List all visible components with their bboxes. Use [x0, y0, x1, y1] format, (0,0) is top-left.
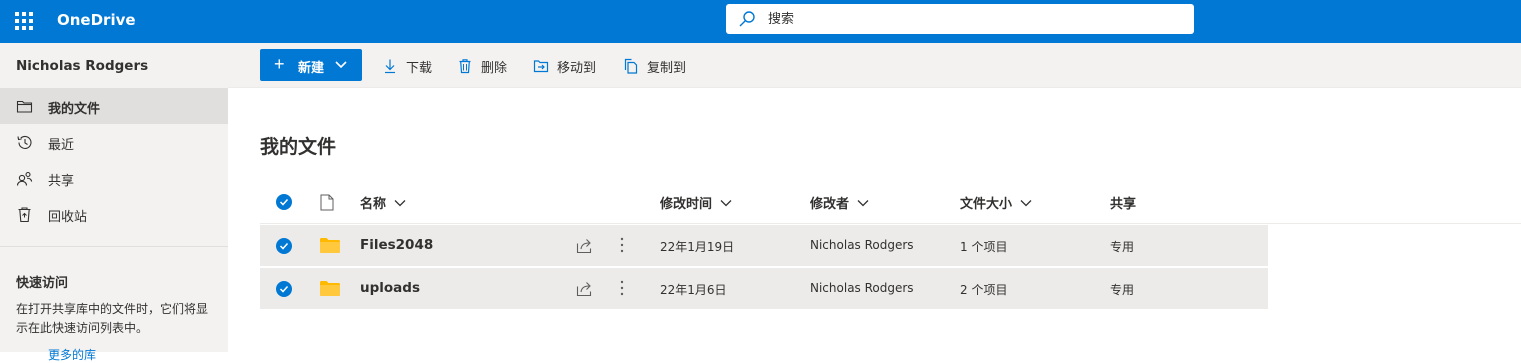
- checkmark-icon: [279, 285, 289, 293]
- download-button[interactable]: 下载: [382, 55, 432, 77]
- sidebar-item-label: 共享: [48, 174, 75, 189]
- file-size: 2 个项目: [960, 283, 1008, 297]
- checkmark-icon: [279, 198, 289, 206]
- chevron-down-icon: [720, 199, 732, 206]
- share-icon[interactable]: [576, 237, 594, 254]
- file-size: 1 个项目: [960, 240, 1008, 254]
- sidebar: Nicholas Rodgers 我的文件 最近 共享 回收站 快速访问 在打开…: [0, 43, 228, 362]
- sidebar-item-shared[interactable]: 共享: [0, 160, 228, 196]
- share-icon[interactable]: [576, 280, 594, 297]
- checkmark-icon: [279, 242, 289, 250]
- sidebar-item-label: 回收站: [48, 210, 88, 225]
- delete-label: 删除: [481, 60, 508, 76]
- plus-icon: +: [274, 54, 285, 74]
- delete-button[interactable]: 删除: [457, 55, 507, 77]
- copy-to-button[interactable]: 复制到: [623, 55, 686, 77]
- select-all-checkbox[interactable]: [276, 194, 292, 210]
- file-type-icon: [320, 194, 334, 211]
- quick-access-description: 在打开共享库中的文件时，它们将显示在此快速访问列表中。: [16, 302, 209, 335]
- sidebar-item-label: 最近: [48, 138, 75, 153]
- row-checkbox[interactable]: [276, 238, 292, 254]
- app-title[interactable]: OneDrive: [57, 11, 136, 29]
- quick-access-more-link[interactable]: 更多的库: [48, 346, 96, 363]
- file-name[interactable]: Files2048: [360, 237, 433, 253]
- chevron-down-icon: [857, 199, 869, 206]
- folder-icon: [16, 100, 33, 113]
- sidebar-item-my-files[interactable]: 我的文件: [0, 88, 228, 124]
- more-options-icon[interactable]: [616, 235, 628, 255]
- row-checkbox[interactable]: [276, 281, 292, 297]
- move-icon: [533, 60, 549, 73]
- column-header-label: 修改者: [810, 197, 850, 212]
- sidebar-item-recycle-bin[interactable]: 回收站: [0, 196, 228, 232]
- file-list-header: 名称 修改时间 修改者 文件大小 共享: [260, 180, 1521, 224]
- page-title: 我的文件: [260, 136, 337, 158]
- search-input[interactable]: [768, 4, 1168, 34]
- column-header-size[interactable]: 文件大小: [960, 193, 1032, 212]
- top-bar: OneDrive: [0, 0, 1521, 43]
- column-header-label: 名称: [360, 197, 387, 212]
- column-header-label: 文件大小: [960, 197, 1013, 212]
- modified-by: Nicholas Rodgers: [810, 238, 914, 252]
- table-row[interactable]: uploads 22年1月6日 Nicholas Rodgers 2 个项目 专…: [260, 268, 1268, 309]
- sharing-status: 专用: [1110, 240, 1135, 254]
- app-launcher-icon[interactable]: [15, 12, 33, 30]
- new-button-label: 新建: [298, 60, 325, 75]
- file-name[interactable]: uploads: [360, 280, 420, 296]
- move-to-label: 移动到: [557, 60, 597, 76]
- chevron-down-icon: [335, 61, 347, 69]
- download-icon: [385, 59, 395, 74]
- sidebar-item-recent[interactable]: 最近: [0, 124, 228, 160]
- history-icon: [17, 135, 32, 150]
- table-row[interactable]: Files2048 22年1月19日 Nicholas Rodgers 1 个项…: [260, 225, 1268, 266]
- column-header-modified-by[interactable]: 修改者: [810, 193, 869, 212]
- modified-date: 22年1月6日: [660, 283, 727, 297]
- column-header-label: 修改时间: [660, 197, 713, 212]
- download-label: 下载: [406, 60, 433, 76]
- command-bar: + 新建 下载 删除 移动到 复制到: [228, 43, 1521, 88]
- copy-to-label: 复制到: [647, 60, 687, 76]
- quick-access-title: 快速访问: [16, 276, 69, 291]
- sidebar-divider: [0, 246, 228, 247]
- new-button[interactable]: + 新建: [260, 49, 362, 81]
- modified-date: 22年1月19日: [660, 240, 735, 254]
- people-icon: [16, 171, 33, 186]
- folder-icon: [320, 238, 340, 253]
- user-name: Nicholas Rodgers: [16, 58, 149, 74]
- sidebar-item-label: 我的文件: [48, 102, 101, 117]
- search-icon: [739, 11, 755, 27]
- search-box[interactable]: [726, 4, 1194, 34]
- column-header-modified[interactable]: 修改时间: [660, 193, 732, 212]
- chevron-down-icon: [1020, 199, 1032, 206]
- sharing-status: 专用: [1110, 283, 1135, 297]
- column-header-sharing[interactable]: 共享: [1110, 193, 1136, 212]
- column-header-name[interactable]: 名称: [360, 193, 406, 212]
- copy-icon: [624, 58, 638, 74]
- trash-icon: [459, 59, 471, 74]
- chevron-down-icon: [394, 199, 406, 206]
- column-header-label: 共享: [1110, 197, 1137, 212]
- move-to-button[interactable]: 移动到: [533, 55, 596, 77]
- folder-icon: [320, 281, 340, 296]
- recycle-bin-icon: [18, 207, 31, 223]
- modified-by: Nicholas Rodgers: [810, 281, 914, 295]
- more-options-icon[interactable]: [616, 278, 628, 298]
